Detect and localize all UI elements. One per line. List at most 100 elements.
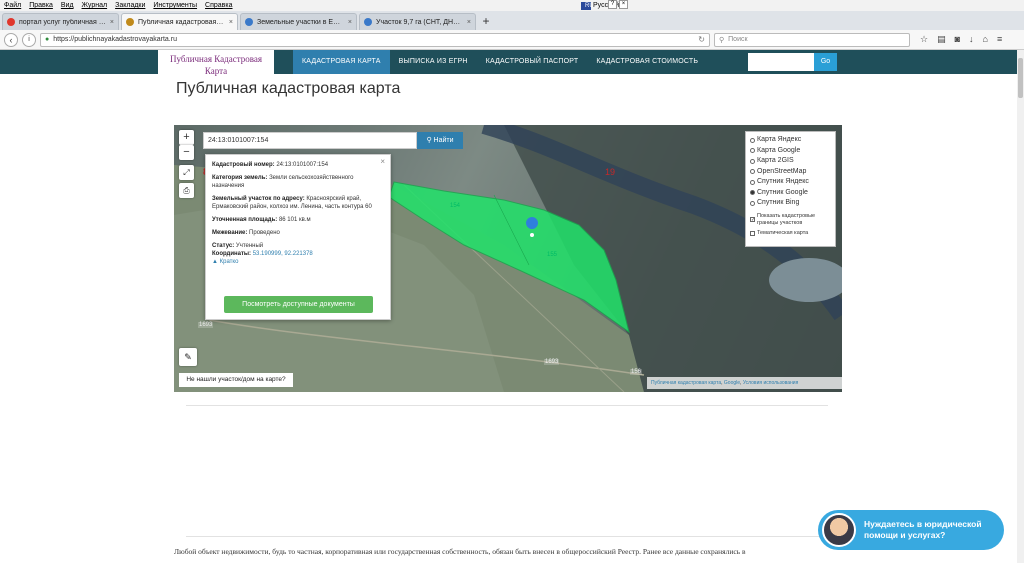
- search-button-label: Найти: [433, 137, 454, 144]
- nav-cadastral-map[interactable]: КАДАСТРОВАЯ КАРТА: [293, 50, 390, 74]
- site-logo[interactable]: Публичная Кадастровая Карта: [158, 50, 274, 78]
- tab-close-icon[interactable]: ×: [229, 19, 233, 26]
- cadastral-search-input[interactable]: 24:13:0101007:154: [203, 132, 417, 149]
- layer-option-bing-satellite[interactable]: Спутник Bing: [750, 198, 831, 209]
- area-value: 86 101 кв.м: [278, 217, 311, 223]
- ruler-icon[interactable]: ✎: [179, 348, 197, 366]
- radio-icon: [750, 158, 755, 164]
- show-borders-checkbox[interactable]: ✓ Показать кадастровые границы участков: [750, 213, 831, 227]
- radio-icon: [750, 137, 755, 143]
- menu-help[interactable]: Справка: [201, 2, 236, 9]
- not-found-button[interactable]: Не нашли участок/дом на карте?: [179, 373, 293, 387]
- survey-row: Межевание: Проведено: [212, 229, 384, 237]
- view-documents-button[interactable]: Посмотреть доступные документы: [224, 296, 373, 313]
- search-icon: ⚲: [426, 137, 432, 144]
- tab-1[interactable]: портал услуг публичная ка... ×: [2, 13, 119, 30]
- survey-label: Межевание:: [212, 230, 248, 236]
- coordinates-label: Координаты:: [212, 251, 252, 257]
- window-controls: ? ×: [608, 0, 628, 9]
- fullscreen-icon[interactable]: ⤢: [179, 165, 194, 180]
- layer-option-google-satellite[interactable]: Спутник Google: [750, 188, 831, 199]
- tab-2[interactable]: Публичная кадастровая к... ×: [121, 13, 238, 30]
- page-title: Публичная кадастровая карта: [176, 80, 401, 97]
- coordinates-row: Координаты: 53.190999, 92.221378: [212, 250, 384, 258]
- layer-option-yandex-map[interactable]: Карта Яндекс: [750, 135, 831, 146]
- help-icon[interactable]: ?: [608, 0, 617, 9]
- nav-cadastral-passport[interactable]: КАДАСТРОВЫЙ ПАСПОРТ: [477, 50, 588, 74]
- home-icon[interactable]: ⌂: [983, 34, 988, 45]
- status-row: Статус: Учтенный: [212, 242, 384, 250]
- show-borders-label: Показать кадастровые границы участков: [757, 212, 816, 226]
- bookmark-star-icon[interactable]: ☆: [920, 34, 928, 45]
- menu-bookmarks[interactable]: Закладки: [111, 2, 149, 9]
- tab-4[interactable]: Участок 9,7 га (СНТ, ДНП) ... ×: [359, 13, 476, 30]
- radio-icon: [750, 200, 755, 206]
- lock-icon: ●: [45, 36, 50, 43]
- close-window-icon[interactable]: ×: [619, 0, 628, 9]
- category-label: Категория земель:: [212, 175, 268, 181]
- zoom-in-button[interactable]: +: [179, 130, 194, 145]
- caret-up-icon: ▲: [212, 259, 218, 265]
- menu-icon[interactable]: ≡: [997, 34, 1002, 45]
- layer-option-osm[interactable]: OpenStreetMap: [750, 167, 831, 178]
- tab-close-icon[interactable]: ×: [110, 19, 114, 26]
- tab-title: портал услуг публичная ка...: [19, 18, 106, 26]
- legal-help-widget[interactable]: Нуждаетесь в юридической помощи и услуга…: [818, 510, 1004, 550]
- brief-toggle[interactable]: ▲ Кратко: [212, 258, 384, 266]
- coordinates-value[interactable]: 53.190999, 92.221378: [253, 251, 313, 257]
- reload-icon[interactable]: ↻: [698, 35, 705, 44]
- download-icon[interactable]: ↓: [969, 34, 974, 45]
- zoom-out-button[interactable]: −: [179, 145, 194, 160]
- nav-cadastral-value[interactable]: КАДАСТРОВАЯ СТОИМОСТЬ: [587, 50, 707, 74]
- scrollbar-thumb[interactable]: [1018, 58, 1023, 98]
- tab-close-icon[interactable]: ×: [467, 19, 471, 26]
- layer-label: Карта Google: [757, 146, 801, 154]
- radio-selected-icon: [750, 190, 755, 196]
- status-label: Статус:: [212, 243, 235, 249]
- map-label-1693-left: 1693: [198, 322, 214, 328]
- print-icon[interactable]: ⎙: [179, 183, 194, 198]
- layer-option-2gis[interactable]: Карта 2GIS: [750, 156, 831, 167]
- menu-edit[interactable]: Правка: [25, 2, 57, 9]
- nav-egrn-extract[interactable]: ВЫПИСКА ИЗ ЕГРН: [390, 50, 477, 74]
- menu-file[interactable]: Файл: [0, 2, 25, 9]
- menu-bar: Файл Правка Вид Журнал Закладки Инструме…: [0, 0, 1024, 11]
- language-flag-icon: RU: [581, 1, 594, 10]
- info-icon[interactable]: i: [22, 32, 36, 47]
- site-favicon-icon: [245, 18, 253, 26]
- cadastral-search-button[interactable]: ⚲ Найти: [417, 132, 463, 149]
- site-search-input[interactable]: [748, 53, 814, 71]
- thematic-map-checkbox[interactable]: Тематическая карта: [750, 230, 831, 237]
- site-search-go-button[interactable]: Go: [814, 53, 837, 71]
- tab-bar: портал услуг публичная ка... × Публичная…: [0, 11, 1024, 30]
- close-icon[interactable]: ×: [380, 158, 385, 166]
- address-bar[interactable]: ● https://publichnayakadastrovayakarta.r…: [40, 32, 710, 47]
- pocket-icon[interactable]: ◙: [955, 34, 960, 45]
- menu-history[interactable]: Журнал: [78, 2, 112, 9]
- content-divider: [186, 405, 828, 406]
- browser-search-input[interactable]: ⚲ Поиск: [714, 32, 910, 47]
- attribution-google[interactable]: Google: [724, 380, 740, 386]
- location-pin-dot: [530, 233, 534, 237]
- area-label: Уточненная площадь:: [212, 217, 278, 223]
- attribution-cadastral[interactable]: Публичная кадастровая карта: [651, 380, 721, 386]
- reading-list-icon[interactable]: ▤: [937, 34, 946, 45]
- checkbox-icon: [750, 230, 755, 236]
- menu-tools[interactable]: Инструменты: [149, 2, 201, 9]
- back-icon[interactable]: ‹: [4, 32, 18, 47]
- attribution-terms[interactable]: Условия использования: [743, 380, 799, 386]
- tab-3[interactable]: Земельные участки в Ерма... ×: [240, 13, 357, 30]
- brief-link-label: Кратко: [219, 259, 239, 265]
- new-tab-icon[interactable]: +: [478, 14, 494, 30]
- layer-option-yandex-satellite[interactable]: Спутник Яндекс: [750, 177, 831, 188]
- layer-option-google-map[interactable]: Карта Google: [750, 146, 831, 157]
- category-row: Категория земель: Земли сельскохозяйстве…: [212, 174, 384, 190]
- map-label-19: 19: [605, 167, 616, 177]
- navigation-bar: ‹ i ● https://publichnayakadastrovayakar…: [0, 30, 1024, 50]
- menu-view[interactable]: Вид: [57, 2, 78, 9]
- tab-close-icon[interactable]: ×: [348, 19, 352, 26]
- layer-label: Спутник Google: [757, 188, 808, 196]
- page-scrollbar[interactable]: [1017, 50, 1024, 563]
- cadastral-map[interactable]: + − ⤢ ⎙ 24:13:0101007:154 ⚲ Найти 8 19 1…: [174, 125, 842, 392]
- tab-title: Публичная кадастровая к...: [138, 18, 225, 26]
